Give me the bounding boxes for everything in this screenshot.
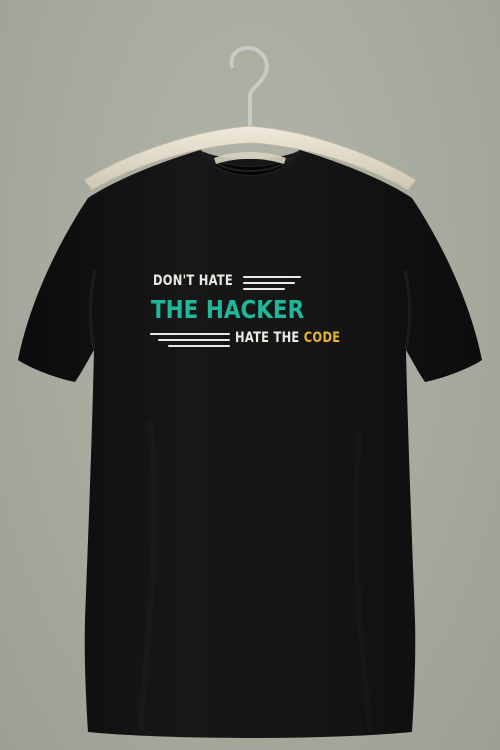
shirt-print-graphic: DON'T HATE THE HACKER HATE THE CODE <box>150 270 360 352</box>
tshirt <box>18 150 482 738</box>
print-line-hate-the-code: HATE THE CODE <box>235 331 340 345</box>
speed-line <box>150 333 230 335</box>
hanger-hook <box>229 45 269 130</box>
speed-line <box>243 282 295 284</box>
print-text-hate-the: HATE THE <box>235 330 304 346</box>
product-photo: DON'T HATE THE HACKER HATE THE CODE <box>0 0 500 750</box>
speed-line <box>243 276 301 278</box>
print-line-dont-hate: DON'T HATE <box>153 273 233 289</box>
print-line-the-hacker: THE HACKER <box>151 295 305 324</box>
speed-line <box>158 339 230 341</box>
print-text-code: CODE <box>303 330 341 346</box>
tshirt-on-hanger-image <box>18 45 482 738</box>
speed-line <box>168 345 230 347</box>
speed-line <box>243 288 285 290</box>
